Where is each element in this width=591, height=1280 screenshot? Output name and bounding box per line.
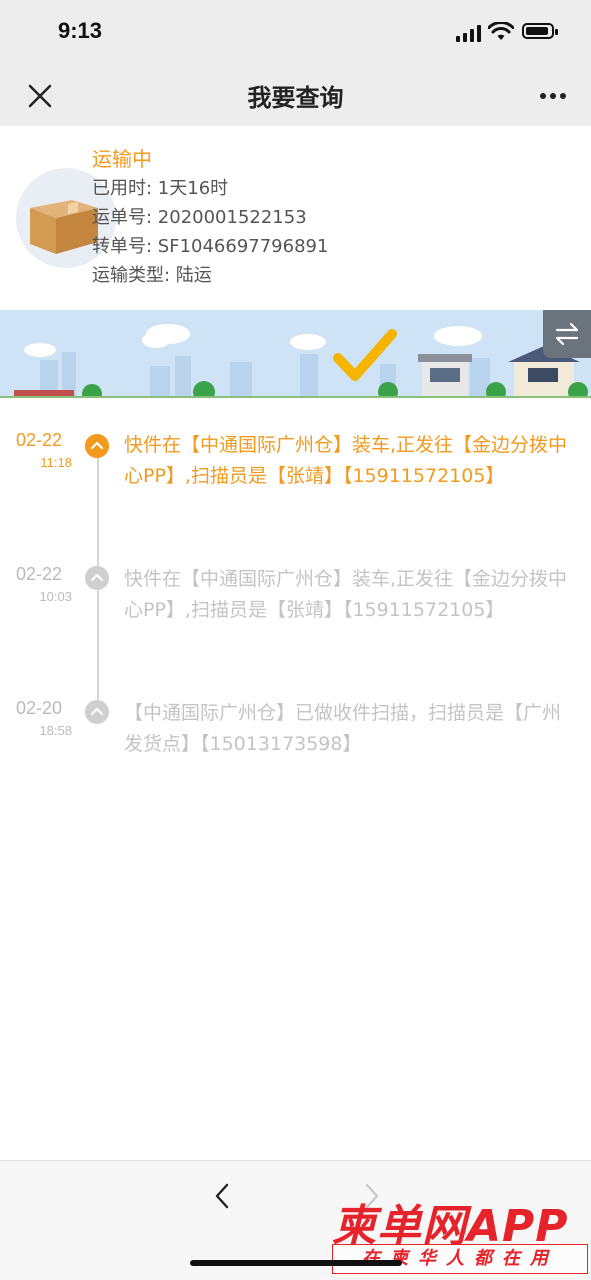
event-time: 11:18 — [40, 455, 72, 470]
swap-direction-button[interactable] — [543, 310, 591, 358]
more-options-icon[interactable] — [535, 78, 571, 114]
cellular-signal-icon — [456, 24, 482, 42]
elapsed-time: 已用时: 1天16时 — [92, 178, 229, 199]
chevron-up-icon — [85, 566, 109, 590]
battery-icon — [522, 23, 558, 39]
swap-icon — [555, 322, 579, 346]
wifi-icon — [488, 22, 514, 40]
watermark-slogan: 在柬华人都在用 — [332, 1244, 588, 1274]
event-date: 02-22 — [16, 430, 63, 450]
event-description: 快件在【中通国际广州仓】装车,正发往【金边分拨中心PP】,扫描员是【张靖】【15… — [124, 434, 568, 487]
event-date: 02-20 — [16, 698, 63, 718]
status-time: 9:13 — [58, 18, 103, 43]
transfer-number: 转单号: SF1046697796891 — [92, 236, 329, 257]
page-title: 我要查询 — [247, 84, 344, 112]
transport-type: 运输类型: 陆运 — [92, 265, 212, 286]
event-description: 快件在【中通国际广州仓】装车,正发往【金边分拨中心PP】,扫描员是【张靖】【15… — [124, 568, 568, 621]
package-summary: 运输中 已用时: 1天16时 运单号: 2020001522153 转单号: S… — [0, 126, 591, 310]
shipping-status: 运输中 — [92, 147, 152, 171]
event-time: 10:03 — [39, 589, 72, 604]
chevron-up-icon — [85, 434, 109, 458]
delivery-banner — [0, 310, 591, 398]
home-indicator[interactable] — [190, 1260, 402, 1266]
package-info: 运输中 已用时: 1天16时 运单号: 2020001522153 转单号: S… — [92, 144, 328, 290]
chevron-up-icon — [85, 700, 109, 724]
waybill-number: 运单号: 2020001522153 — [92, 207, 307, 228]
event-time: 18:58 — [39, 723, 72, 738]
nav-bar: 我要查询 — [0, 64, 591, 126]
back-arrow-icon[interactable] — [208, 1181, 238, 1211]
event-date: 02-22 — [16, 564, 63, 584]
status-bar: 9:13 — [0, 0, 591, 64]
event-description: 【中通国际广州仓】已做收件扫描，扫描员是【广州发货点】【15013173598】 — [124, 702, 562, 755]
